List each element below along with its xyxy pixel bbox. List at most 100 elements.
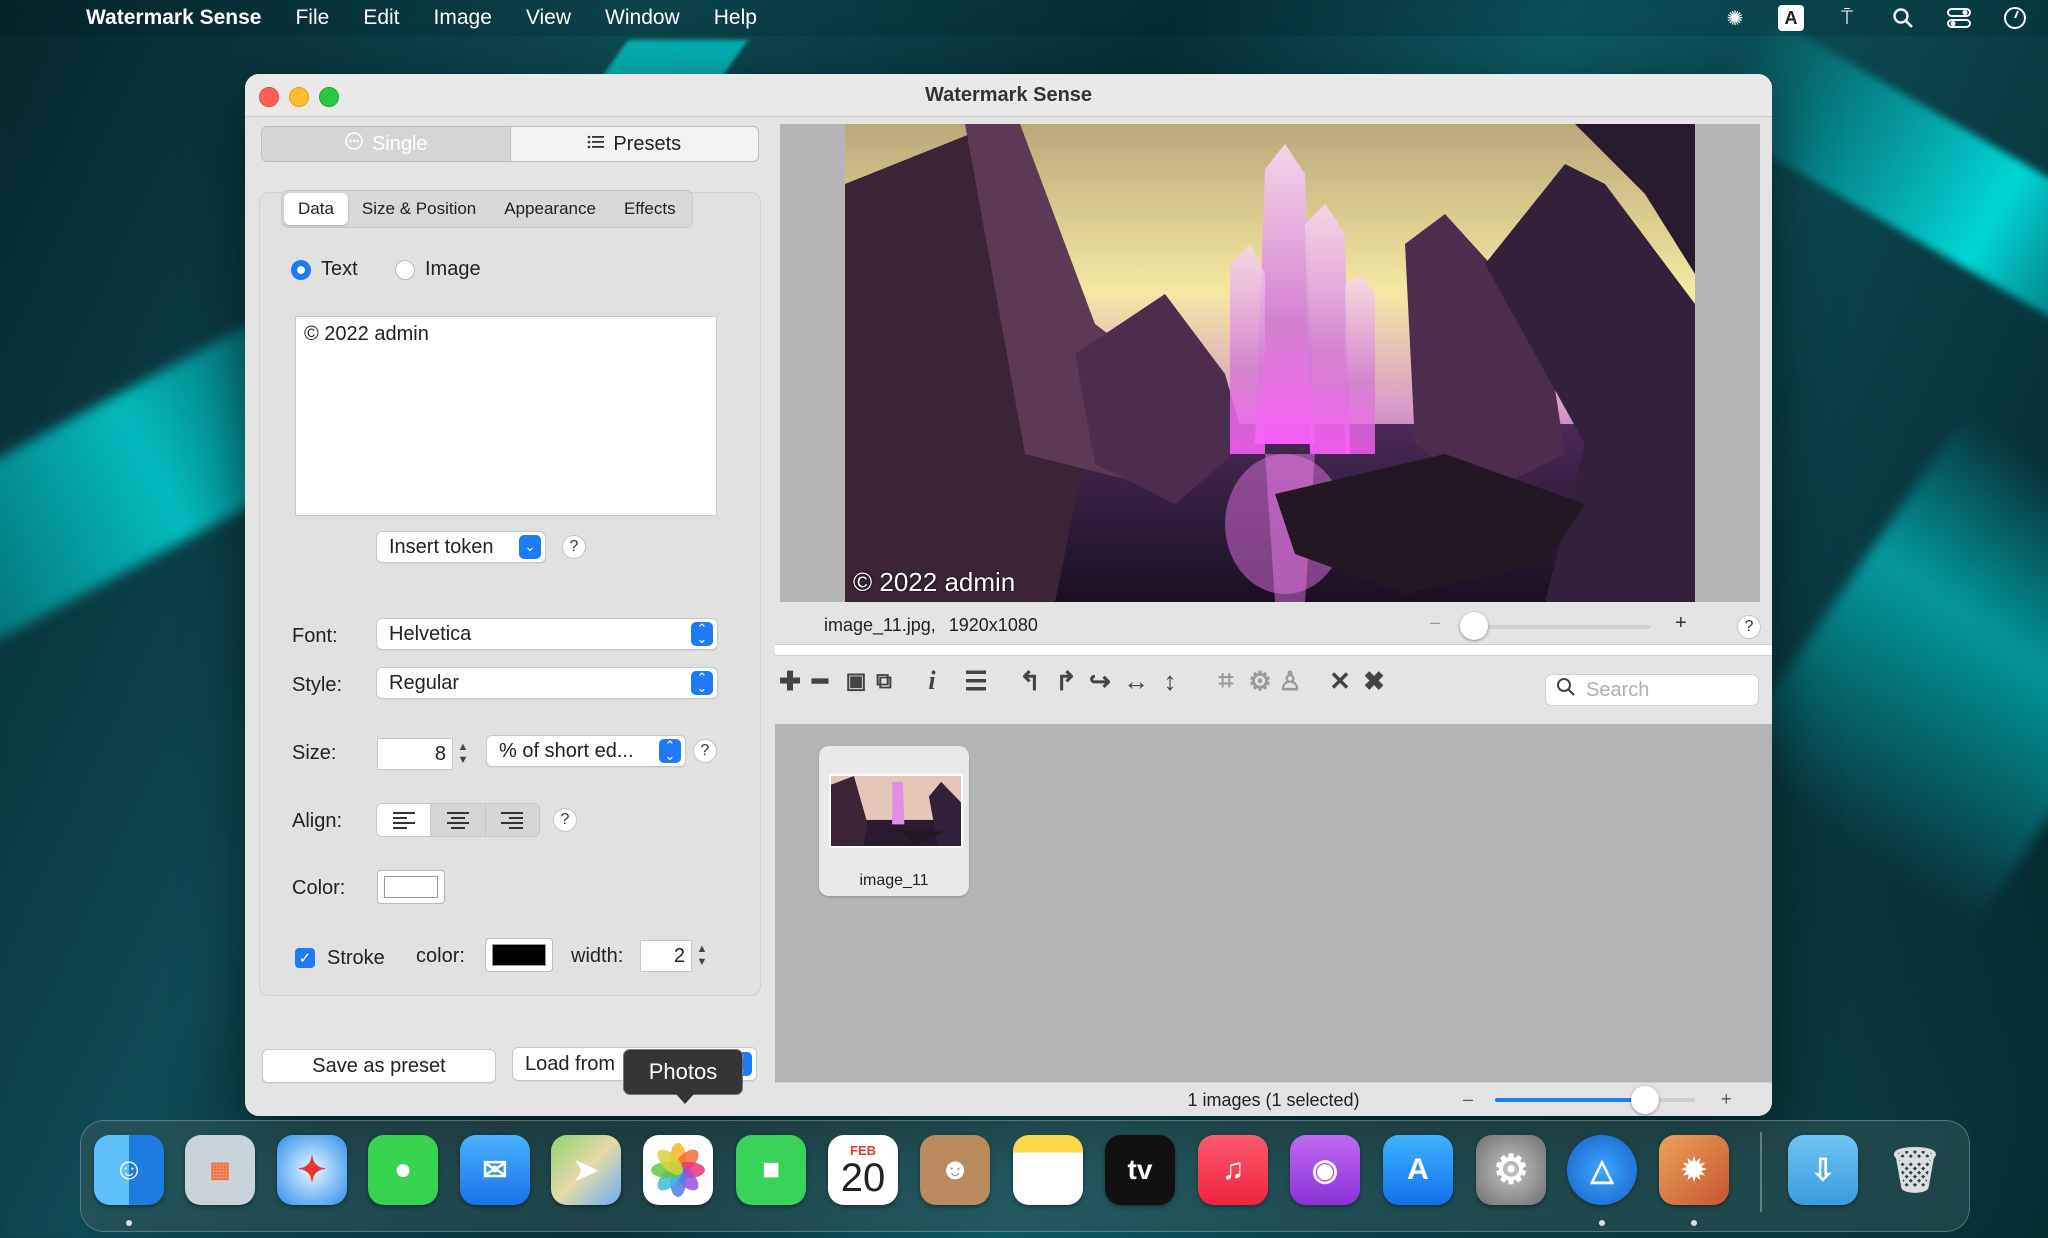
mail-icon[interactable]: ✉ xyxy=(460,1135,530,1205)
messages-icon[interactable]: ● xyxy=(368,1135,438,1205)
close-all-icon[interactable]: ✖ xyxy=(1359,666,1389,696)
tab-appearance[interactable]: Appearance xyxy=(490,193,610,225)
flip-horizontal-icon[interactable]: ↔ xyxy=(1121,666,1151,696)
rotate-icon[interactable]: ↪ xyxy=(1085,666,1115,696)
color-label: Color: xyxy=(292,877,346,899)
stroke-width-stepper[interactable]: ▲ ▼ xyxy=(694,940,710,972)
align-right-button[interactable] xyxy=(484,804,539,836)
menu-edit[interactable]: Edit xyxy=(363,6,399,30)
stroke-checkbox[interactable]: ✓ xyxy=(295,948,315,968)
finder-icon[interactable]: ☺ xyxy=(94,1135,164,1205)
align-right-icon xyxy=(501,811,524,829)
tv-icon[interactable]: tv xyxy=(1105,1135,1175,1205)
thumb-zoom-out[interactable]: – xyxy=(1463,1089,1473,1110)
search-field[interactable]: Search xyxy=(1545,674,1759,706)
spotlight-search-icon[interactable] xyxy=(1890,5,1916,31)
launchpad-icon[interactable]: ▦ xyxy=(185,1135,255,1205)
help-button[interactable]: ? xyxy=(562,535,586,559)
image-thumbnail-card[interactable]: image_11 xyxy=(819,746,969,896)
save-icon[interactable]: ▣ xyxy=(841,666,871,696)
stamp-app-running-dot xyxy=(1691,1220,1697,1226)
font-select[interactable]: Helvetica ⌃ ⌄ xyxy=(376,618,718,650)
align-left-button[interactable] xyxy=(377,804,431,836)
clean-icon[interactable]: ♙ xyxy=(1275,666,1305,696)
search-placeholder: Search xyxy=(1586,678,1650,701)
size-label: Size: xyxy=(292,742,337,764)
rotate-right-icon[interactable]: ↱ xyxy=(1051,666,1081,696)
downloads-folder-icon[interactable]: ⇩ xyxy=(1788,1135,1858,1205)
maps-icon[interactable]: ➤ xyxy=(551,1135,621,1205)
save-all-icon[interactable]: ⧉ xyxy=(869,666,899,696)
save-as-preset-button[interactable]: Save as preset xyxy=(262,1049,496,1083)
tab-effects[interactable]: Effects xyxy=(610,193,690,225)
preview-watermark-text: © 2022 admin xyxy=(853,567,1016,597)
tab-data[interactable]: Data xyxy=(284,193,348,225)
tab-size-position[interactable]: Size & Position xyxy=(348,193,490,225)
calendar-icon[interactable]: FEB 20 xyxy=(828,1135,898,1205)
stroke-width-input[interactable]: 2 xyxy=(640,940,692,972)
thumb-zoom-slider[interactable] xyxy=(1631,1086,1659,1114)
insert-token-button[interactable]: Insert token ⌄ xyxy=(376,531,546,563)
clock-icon[interactable] xyxy=(2002,5,2028,31)
size-help-button[interactable]: ? xyxy=(693,739,717,763)
image-preview[interactable]: © 2022 admin xyxy=(780,124,1760,602)
menu-view[interactable]: View xyxy=(526,6,571,30)
notes-icon[interactable] xyxy=(1013,1135,1083,1205)
safari-icon[interactable]: ✦ xyxy=(277,1135,347,1205)
stroke-color-well[interactable] xyxy=(485,938,553,972)
preview-zoom-in[interactable]: + xyxy=(1675,612,1687,635)
align-center-button[interactable] xyxy=(430,804,484,836)
bug-icon[interactable]: ✺ xyxy=(1722,5,1748,31)
radio-text-dot[interactable] xyxy=(291,259,311,280)
thumb-zoom-track[interactable] xyxy=(1495,1098,1695,1102)
control-center-icon[interactable] xyxy=(1946,5,1972,31)
antenna-icon[interactable]: ⍑ xyxy=(1834,5,1860,31)
radio-text[interactable]: Text xyxy=(291,258,358,281)
updown-chevron-icon: ⌃⌄ xyxy=(659,739,681,763)
menu-help[interactable]: Help xyxy=(714,6,757,30)
thumb-zoom-in[interactable]: + xyxy=(1721,1089,1732,1110)
updown-chevron-icon: ⌃⌄ xyxy=(691,671,713,695)
app-store-icon[interactable]: A xyxy=(1383,1135,1453,1205)
watermark-sense-icon[interactable]: △ xyxy=(1567,1135,1637,1205)
facetime-icon[interactable]: ■ xyxy=(736,1135,806,1205)
trash-icon[interactable]: 🗑 xyxy=(1880,1135,1950,1205)
crop-icon[interactable]: ⌗ xyxy=(1211,665,1241,696)
radio-image[interactable]: Image xyxy=(395,258,481,281)
menu-image[interactable]: Image xyxy=(434,6,492,30)
title-bar: Watermark Sense xyxy=(245,74,1772,117)
tab-presets[interactable]: Presets xyxy=(509,127,759,161)
rotate-left-icon[interactable]: ↰ xyxy=(1015,666,1045,696)
preview-zoom-slider[interactable] xyxy=(1460,612,1488,640)
size-unit-select[interactable]: % of short ed... ⌃ ⌄ xyxy=(486,735,686,767)
contacts-icon[interactable]: ☻ xyxy=(920,1135,990,1205)
system-preferences-icon[interactable]: ⚙ xyxy=(1476,1135,1546,1205)
flip-vertical-icon[interactable]: ↕ xyxy=(1155,666,1185,696)
menu-file[interactable]: File xyxy=(295,6,329,30)
size-input[interactable]: 8 xyxy=(377,738,453,770)
tab-single[interactable]: Single xyxy=(262,127,510,161)
crop-settings-icon[interactable]: ⚙ xyxy=(1245,666,1275,696)
watermark-text-area[interactable]: © 2022 admin xyxy=(295,316,717,516)
add-icon[interactable]: ✚ xyxy=(775,666,805,696)
preview-zoom-out[interactable]: – xyxy=(1430,612,1440,633)
size-stepper[interactable]: ▲ ▼ xyxy=(455,738,471,770)
close-icon[interactable]: ✕ xyxy=(1325,666,1355,696)
info-icon[interactable]: i xyxy=(917,666,947,696)
radio-image-dot[interactable] xyxy=(395,259,415,280)
color-well[interactable] xyxy=(377,870,445,904)
style-select[interactable]: Regular ⌃ ⌄ xyxy=(376,667,718,699)
input-source-icon[interactable]: A xyxy=(1778,5,1804,31)
align-help-button[interactable]: ? xyxy=(553,808,577,832)
preview-help-button[interactable]: ? xyxy=(1737,615,1761,639)
music-icon[interactable]: ♫ xyxy=(1198,1135,1268,1205)
stamp-app-icon[interactable]: ✹ xyxy=(1659,1135,1729,1205)
preview-zoom-control: – + xyxy=(1430,612,1730,640)
preview-zoom-track[interactable] xyxy=(1460,625,1650,629)
podcasts-icon[interactable]: ◉ xyxy=(1290,1135,1360,1205)
menu-window[interactable]: Window xyxy=(605,6,680,30)
remove-icon[interactable]: ━ xyxy=(805,666,835,696)
menu-app-name[interactable]: Watermark Sense xyxy=(86,6,261,30)
photos-icon[interactable] xyxy=(643,1135,713,1205)
list-icon[interactable]: ☰ xyxy=(961,666,991,696)
